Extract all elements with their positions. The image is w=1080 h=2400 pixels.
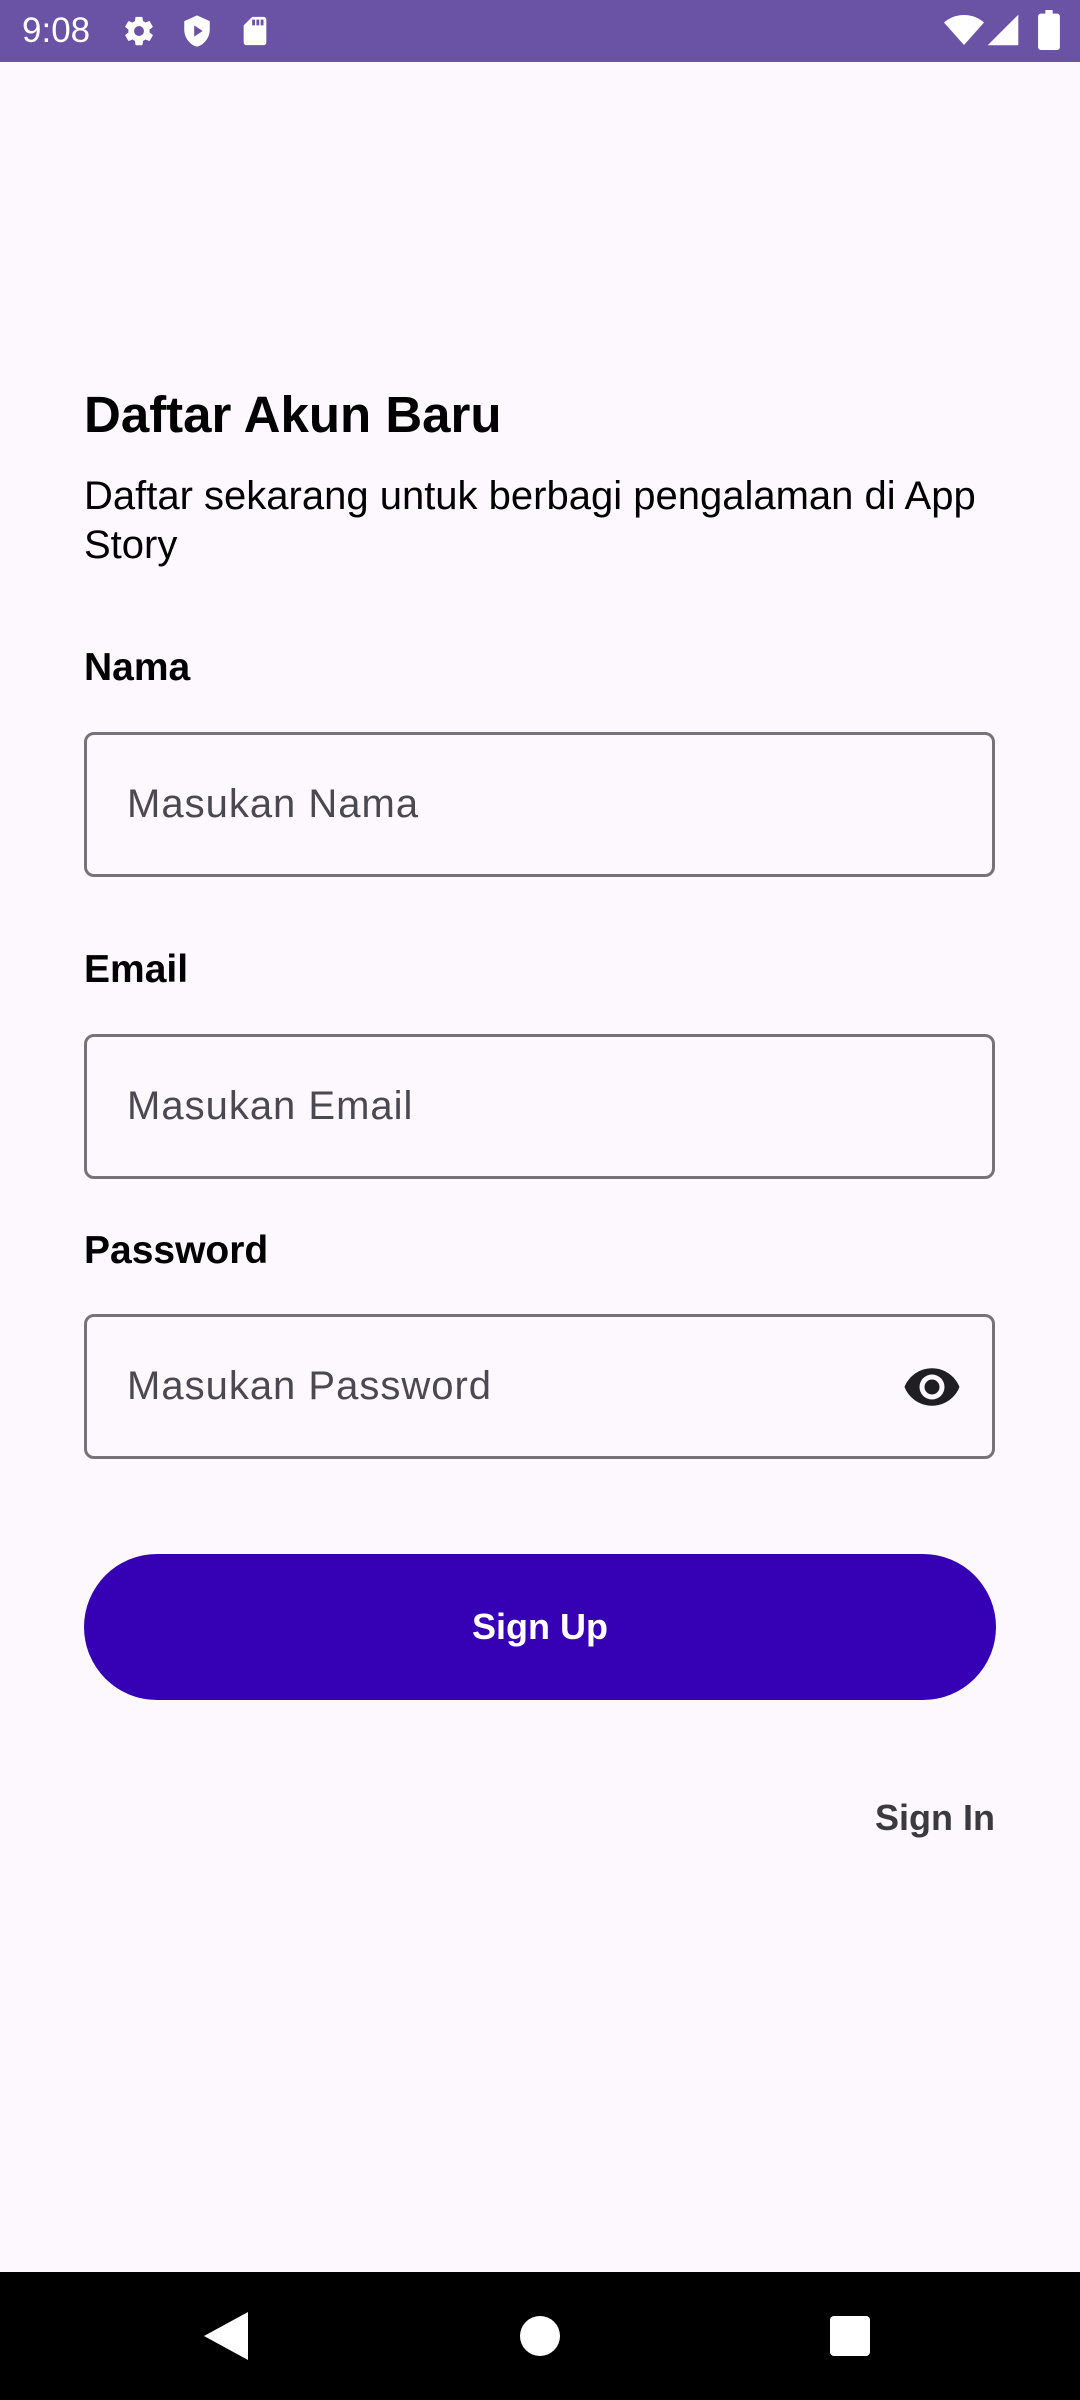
- battery-icon: [1038, 10, 1060, 55]
- email-input[interactable]: [127, 1037, 907, 1176]
- gear-icon: [122, 14, 156, 53]
- shield-play-icon: [180, 14, 214, 53]
- name-label: Nama: [84, 646, 191, 689]
- eye-icon[interactable]: [900, 1355, 964, 1419]
- password-field[interactable]: [84, 1314, 995, 1459]
- page-title: Daftar Akun Baru: [84, 386, 502, 443]
- sd-card-icon: [238, 14, 272, 53]
- home-icon[interactable]: [510, 2306, 570, 2366]
- email-label: Email: [84, 948, 189, 991]
- signup-button[interactable]: Sign Up: [84, 1554, 996, 1700]
- back-icon[interactable]: [196, 2306, 256, 2366]
- status-bar: 9:08: [0, 0, 1080, 62]
- password-input[interactable]: [127, 1317, 847, 1456]
- recents-icon[interactable]: [820, 2306, 880, 2366]
- password-label: Password: [84, 1229, 269, 1272]
- page-subtitle: Daftar sekarang untuk berbagi pengalaman…: [84, 474, 976, 567]
- status-time: 9:08: [22, 11, 91, 50]
- wifi-icon: [944, 12, 984, 53]
- signin-link[interactable]: Sign In: [875, 1797, 995, 1839]
- name-field[interactable]: [84, 732, 995, 877]
- email-field[interactable]: [84, 1034, 995, 1179]
- signup-screen: Daftar Akun Baru Daftar sekarang untuk b…: [0, 62, 1080, 2272]
- cellular-signal-icon: [986, 12, 1020, 53]
- name-input[interactable]: [127, 735, 907, 874]
- navigation-bar: [0, 2272, 1080, 2400]
